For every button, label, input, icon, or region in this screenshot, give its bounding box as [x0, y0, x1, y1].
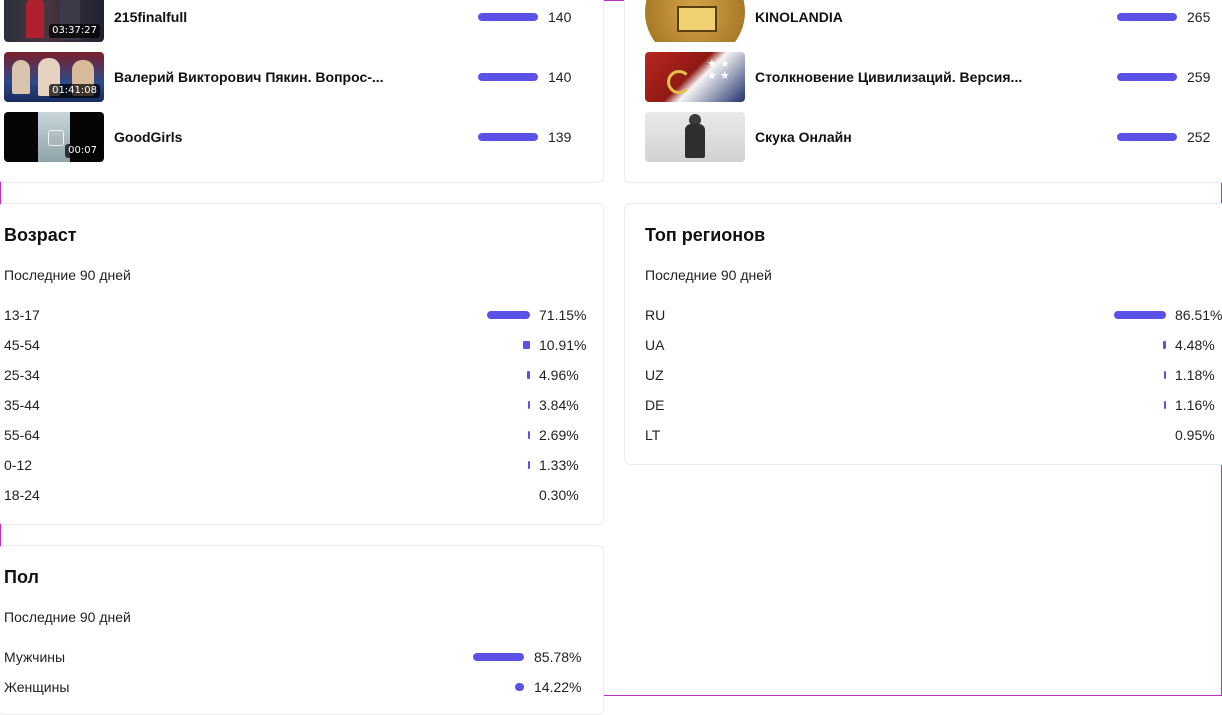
age-row-bar — [527, 371, 530, 379]
video-thumbnail[interactable]: 01:41:08 — [4, 52, 104, 102]
gender-row-bar — [473, 653, 524, 661]
age-row-bar — [528, 401, 530, 409]
age-row-label: 13-17 — [4, 307, 40, 323]
regions-row-bar — [1163, 341, 1166, 349]
video-count: 139 — [548, 129, 572, 145]
video-bar — [1117, 73, 1177, 81]
age-period: Последние 90 дней — [4, 267, 131, 283]
video-row[interactable]: ★ ★ ★ ★ Столкновение Цивилизаций. Версия.… — [645, 52, 1222, 102]
video-bar — [1117, 13, 1177, 21]
regions-row: LT 0.95% — [645, 420, 1222, 450]
regions-row-value: 1.18% — [1175, 367, 1215, 383]
age-row-value: 1.33% — [539, 457, 579, 473]
gender-row-value: 14.22% — [534, 679, 582, 695]
regions-row-label: UZ — [645, 367, 664, 383]
regions-row: UZ 1.18% — [645, 360, 1222, 390]
age-row: 35-44 3.84% — [4, 390, 594, 420]
age-row-label: 18-24 — [4, 487, 40, 503]
video-title[interactable]: Валерий Викторович Пякин. Вопрос-... — [114, 52, 384, 102]
video-duration: 03:37:27 — [49, 24, 100, 38]
regions-period: Последние 90 дней — [645, 267, 772, 283]
video-row[interactable]: Скука Онлайн 252 — [645, 112, 1222, 162]
age-row: 0-12 1.33% — [4, 450, 594, 480]
video-title[interactable]: Скука Онлайн — [755, 112, 852, 162]
age-row: 45-54 10.91% — [4, 330, 594, 360]
age-row-value: 0.30% — [539, 487, 579, 503]
video-thumbnail[interactable] — [645, 0, 745, 42]
video-title[interactable]: Столкновение Цивилизаций. Версия... — [755, 52, 1022, 102]
video-bar — [478, 73, 538, 81]
hammer-sickle-icon — [667, 70, 691, 94]
age-row-label: 55-64 — [4, 427, 40, 443]
age-row-value: 2.69% — [539, 427, 579, 443]
regions-row-value: 0.95% — [1175, 427, 1215, 443]
video-thumbnail[interactable]: ★ ★ ★ ★ — [645, 52, 745, 102]
video-row[interactable]: KINOLANDIA 265 — [645, 0, 1222, 42]
video-thumbnail[interactable] — [645, 112, 745, 162]
age-row: 18-24 0.30% — [4, 480, 594, 510]
regions-row-value: 4.48% — [1175, 337, 1215, 353]
gender-row-label: Женщины — [4, 679, 70, 695]
regions-row-bar — [1164, 401, 1166, 409]
gender-period: Последние 90 дней — [4, 609, 131, 625]
video-thumbnail[interactable]: 00:07 — [4, 112, 104, 162]
video-duration: 00:07 — [65, 144, 100, 158]
video-title[interactable]: 215finalfull — [114, 0, 187, 42]
gender-row-label: Мужчины — [4, 649, 66, 665]
video-bar — [478, 13, 538, 21]
regions-row-label: UA — [645, 337, 665, 353]
regions-title: Топ регионов — [645, 225, 766, 245]
video-row[interactable]: 00:07 GoodGirls 139 — [4, 112, 594, 162]
video-count: 259 — [1187, 69, 1211, 85]
regions-row-bar — [1114, 311, 1166, 319]
video-thumbnail[interactable]: 03:37:27 — [4, 0, 104, 42]
age-row-value: 3.84% — [539, 397, 579, 413]
play-icon — [48, 130, 64, 146]
video-count: 265 — [1187, 9, 1211, 25]
age-row: 25-34 4.96% — [4, 360, 594, 390]
age-title: Возраст — [4, 225, 77, 245]
gender-row-value: 85.78% — [534, 649, 582, 665]
regions-row-label: LT — [645, 427, 661, 443]
age-row-label: 35-44 — [4, 397, 40, 413]
video-title[interactable]: KINOLANDIA — [755, 0, 843, 42]
gender-row-bar — [515, 683, 524, 691]
age-row-value: 10.91% — [539, 337, 587, 353]
age-row-label: 0-12 — [4, 457, 33, 473]
regions-row: DE 1.16% — [645, 390, 1222, 420]
age-row-bar — [528, 461, 530, 469]
gender-title: Пол — [4, 567, 39, 587]
video-bar — [1117, 133, 1177, 141]
regions-row: UA 4.48% — [645, 330, 1222, 360]
video-count: 140 — [548, 69, 572, 85]
age-row-bar — [523, 341, 530, 349]
regions-row-label: RU — [645, 307, 666, 323]
regions-row-value: 86.51% — [1175, 307, 1222, 323]
age-row-value: 4.96% — [539, 367, 579, 383]
video-row[interactable]: 01:41:08 Валерий Викторович Пякин. Вопро… — [4, 52, 594, 102]
age-row-bar — [528, 431, 530, 439]
age-row-value: 71.15% — [539, 307, 587, 323]
age-row-bar — [487, 311, 530, 319]
gender-row: Мужчины 85.78% — [4, 642, 594, 672]
video-row[interactable]: 03:37:27 215finalfull 140 — [4, 0, 594, 42]
video-count: 140 — [548, 9, 572, 25]
age-row-label: 25-34 — [4, 367, 40, 383]
regions-row-value: 1.16% — [1175, 397, 1215, 413]
regions-row-label: DE — [645, 397, 665, 413]
video-count: 252 — [1187, 129, 1211, 145]
regions-row-bar — [1164, 371, 1166, 379]
video-title[interactable]: GoodGirls — [114, 112, 182, 162]
age-row: 55-64 2.69% — [4, 420, 594, 450]
video-bar — [478, 133, 538, 141]
age-row: 13-17 71.15% — [4, 300, 594, 330]
gender-row: Женщины 14.22% — [4, 672, 594, 702]
video-duration: 01:41:08 — [49, 84, 100, 98]
regions-row: RU 86.51% — [645, 300, 1222, 330]
clapperboard-icon — [677, 6, 717, 32]
age-row-label: 45-54 — [4, 337, 40, 353]
